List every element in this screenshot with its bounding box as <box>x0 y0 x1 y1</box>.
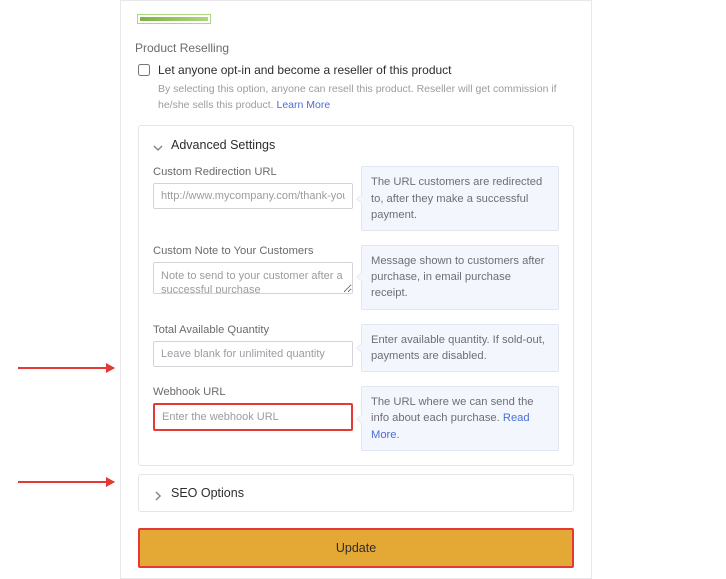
settings-panel: Product Reselling Let anyone opt-in and … <box>120 0 592 579</box>
redirect-label: Custom Redirection URL <box>153 166 353 178</box>
redirect-url-input[interactable] <box>153 183 353 209</box>
seo-title: SEO Options <box>171 486 244 500</box>
webhook-hint: The URL where we can send the info about… <box>361 386 559 451</box>
advanced-settings-title: Advanced Settings <box>171 138 275 152</box>
webhook-row: Webhook URL The URL where we can send th… <box>153 386 559 451</box>
reseller-description-text: By selecting this option, anyone can res… <box>158 83 557 111</box>
qty-field: Total Available Quantity <box>153 324 353 367</box>
note-row: Custom Note to Your Customers Message sh… <box>153 245 559 310</box>
note-hint: Message shown to customers after purchas… <box>361 245 559 310</box>
reselling-section: Product Reselling Let anyone opt-in and … <box>135 41 577 113</box>
reseller-checkbox-label: Let anyone opt-in and become a reseller … <box>158 62 452 79</box>
note-field: Custom Note to Your Customers <box>153 245 353 299</box>
seo-header: SEO Options <box>153 486 559 500</box>
qty-row: Total Available Quantity Enter available… <box>153 324 559 372</box>
annotation-arrow-webhook <box>18 367 114 369</box>
redirect-field: Custom Redirection URL <box>153 166 353 209</box>
reseller-checkbox[interactable] <box>138 64 150 76</box>
chevron-down-icon <box>153 140 163 150</box>
update-button[interactable]: Update <box>138 528 574 568</box>
qty-label: Total Available Quantity <box>153 324 353 336</box>
advanced-settings-header[interactable]: Advanced Settings <box>153 138 559 152</box>
webhook-label: Webhook URL <box>153 386 353 398</box>
learn-more-link[interactable]: Learn More <box>276 99 330 111</box>
annotation-arrow-update <box>18 481 114 483</box>
qty-hint: Enter available quantity. If sold-out, p… <box>361 324 559 372</box>
chevron-right-icon <box>153 488 163 498</box>
advanced-settings-card: Advanced Settings Custom Redirection URL… <box>138 125 574 466</box>
custom-note-textarea[interactable] <box>153 262 353 294</box>
reseller-row: Let anyone opt-in and become a reseller … <box>138 62 577 79</box>
seo-options-card[interactable]: SEO Options <box>138 474 574 512</box>
webhook-field: Webhook URL <box>153 386 353 431</box>
redirect-row: Custom Redirection URL The URL customers… <box>153 166 559 231</box>
quantity-input[interactable] <box>153 341 353 367</box>
panel-inner: Product Reselling Let anyone opt-in and … <box>121 1 591 568</box>
redirect-hint: The URL customers are redirected to, aft… <box>361 166 559 231</box>
section-title: Product Reselling <box>135 41 577 55</box>
note-label: Custom Note to Your Customers <box>153 245 353 257</box>
product-thumbnail <box>138 15 210 23</box>
reseller-description: By selecting this option, anyone can res… <box>158 82 577 114</box>
webhook-url-input[interactable] <box>153 403 353 431</box>
